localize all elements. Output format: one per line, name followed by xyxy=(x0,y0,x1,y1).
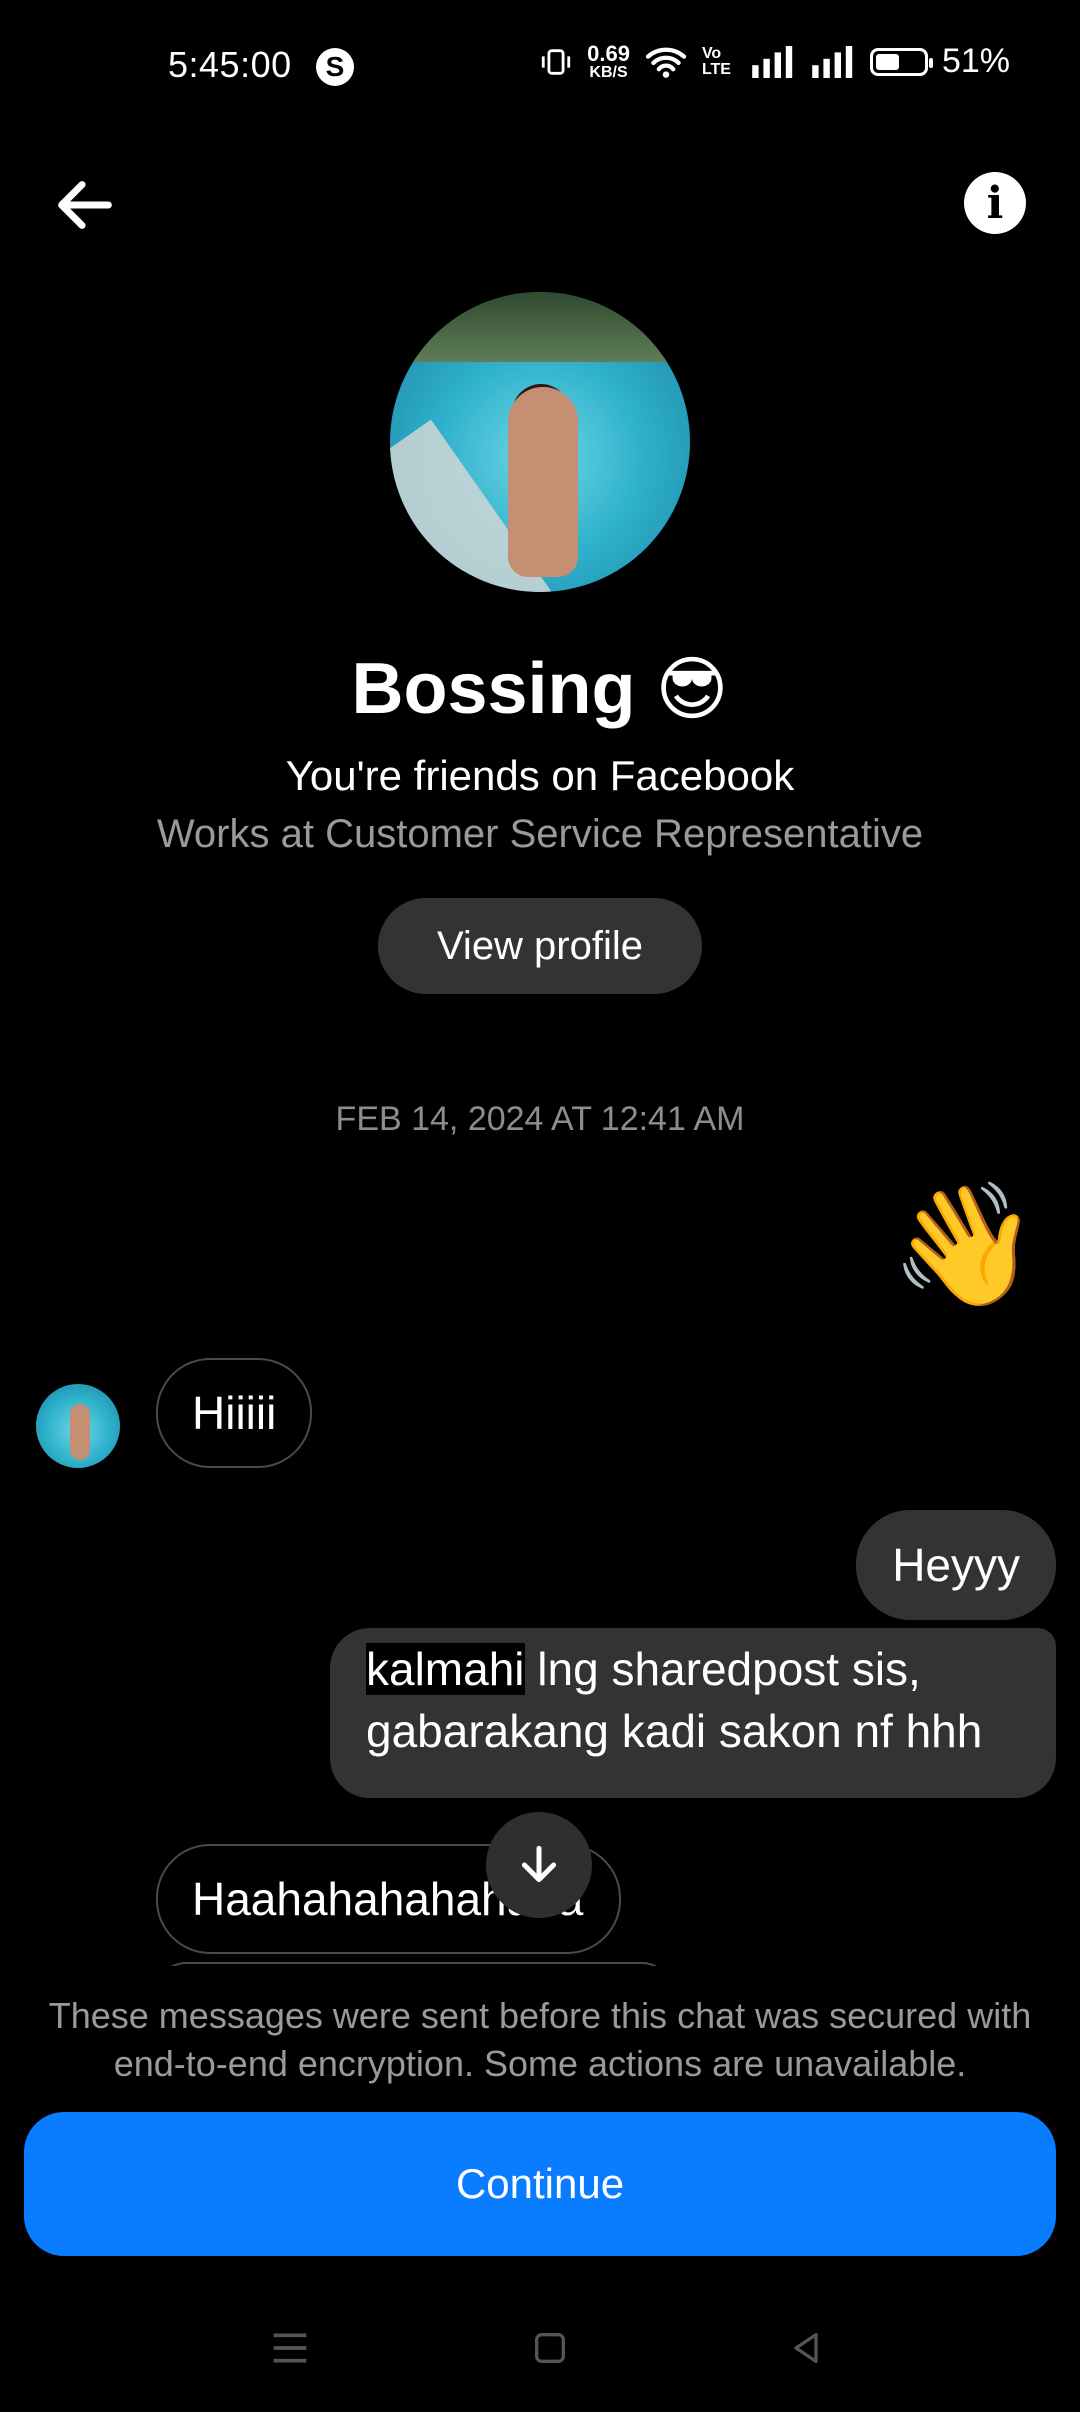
friends-status: You're friends on Facebook xyxy=(285,752,795,799)
network-speed: 0.69 KB/S xyxy=(587,40,630,81)
view-profile-button[interactable]: View profile xyxy=(378,898,702,994)
profile-name-text: Bossing xyxy=(351,649,636,729)
triangle-back-icon xyxy=(794,2333,818,2363)
arrow-down-icon xyxy=(521,1845,557,1883)
scroll-to-bottom-button[interactable] xyxy=(486,1812,592,1918)
wave-emoji-message[interactable]: 👋 xyxy=(890,1170,1040,1320)
recents-button[interactable] xyxy=(260,2318,320,2378)
status-time: 5:45:00 xyxy=(168,44,292,85)
encryption-notice: These messages were sent before this cha… xyxy=(48,1995,1032,2084)
vibrate-icon xyxy=(541,48,571,75)
signal-icon-sim2 xyxy=(812,45,853,78)
back-button[interactable] xyxy=(50,170,120,240)
back-nav-button[interactable] xyxy=(776,2318,836,2378)
info-icon: i xyxy=(986,177,1004,229)
back-arrow-icon xyxy=(58,181,112,229)
profile-avatar[interactable] xyxy=(390,292,690,592)
highlighted-text: kalmahi xyxy=(366,1643,525,1695)
signal-icon-sim1 xyxy=(752,45,793,78)
volte-icon: Vo LTE xyxy=(701,44,731,78)
status-icons: 0.69 KB/S Vo LTE 51% xyxy=(539,42,1010,81)
wifi-icon xyxy=(645,47,687,78)
outgoing-message[interactable]: Heyyy xyxy=(856,1510,1056,1620)
incoming-message[interactable]: Hiiiii xyxy=(156,1358,313,1468)
sender-avatar[interactable] xyxy=(36,1384,120,1468)
message-timestamp: FEB 14, 2024 AT 12:41 AM xyxy=(335,1100,745,1138)
battery-percent: 51% xyxy=(941,42,1010,80)
home-square-icon xyxy=(535,2333,565,2363)
menu-icon xyxy=(273,2333,307,2363)
info-button[interactable]: i xyxy=(964,172,1026,234)
outgoing-message-long[interactable]: kalmahi lng sharedpost sis, gabarakang k… xyxy=(330,1628,1056,1798)
continue-button[interactable]: Continue xyxy=(24,2112,1056,2256)
network-speed-value: 0.69 xyxy=(587,40,630,66)
work-info: Works at Customer Service Representative xyxy=(156,812,924,856)
battery-icon xyxy=(869,47,933,76)
sunglasses-emoji: 😎 xyxy=(655,648,729,730)
home-button[interactable] xyxy=(520,2318,580,2378)
profile-name: Bossing 😎 xyxy=(0,648,1080,730)
app-notification-icon: S xyxy=(316,48,354,86)
network-speed-unit: KB/S xyxy=(589,63,628,81)
